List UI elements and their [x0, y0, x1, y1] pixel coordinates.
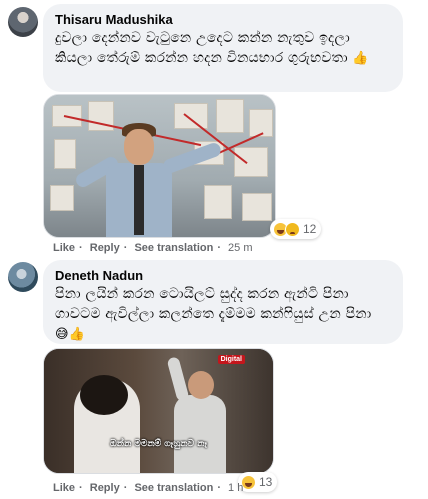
wall-paper	[216, 99, 244, 133]
comment-timestamp[interactable]: 25 m	[228, 242, 252, 254]
sweat-smile-thumbs-up-emoji: 😅👍	[55, 327, 86, 342]
comment-text: පිනා ලයින් කරන ටොයිලට් සුද්ද කරන ඇන්ටි ප…	[55, 284, 391, 345]
man-tie	[134, 165, 144, 235]
sad-icon	[285, 221, 300, 237]
like-link[interactable]: Like	[53, 482, 75, 494]
man-head	[188, 371, 214, 399]
see-translation-link[interactable]: See translation	[134, 482, 213, 494]
image-caption: ඔන්න මමනම් ගෑහුනව නෑ	[109, 439, 208, 449]
comment-text: දුවලා දෙන්නව වැටුනෙ උදෙට කන්න නැතුව ඉදලා…	[55, 28, 391, 69]
channel-logo: Digital	[217, 355, 245, 364]
comment-actions: Like · Reply · See translation · 25 m	[53, 242, 253, 254]
thumbs-up-emoji: 👍	[352, 51, 369, 66]
reaction-count: 12	[303, 222, 317, 236]
wall-paper	[204, 185, 232, 219]
woman-hair	[80, 375, 128, 415]
man-figure	[174, 395, 226, 473]
reply-link[interactable]: Reply	[90, 482, 120, 494]
reaction-count: 13	[259, 475, 273, 489]
comment-image[interactable]: Digital ඔන්න මමනම් ගෑහුනව නෑ	[43, 348, 274, 474]
reaction-summary[interactable]: 12	[270, 219, 322, 239]
wall-paper	[242, 193, 272, 221]
comment-body: පිනා ලයින් කරන ටොයිලට් සුද්ද කරන ඇන්ටි ප…	[55, 286, 372, 322]
comment-author-name[interactable]: Deneth Nadun	[55, 267, 391, 284]
comment-bubble: Deneth Nadun පිනා ලයින් කරන ටොයිලට් සුද්…	[43, 260, 403, 344]
comment-timestamp[interactable]: 1 h	[228, 482, 243, 494]
wall-paper	[54, 139, 76, 169]
comment-actions: Like · Reply · See translation · 1 h	[53, 482, 244, 494]
wall-paper	[50, 185, 74, 211]
commenter-avatar[interactable]	[8, 262, 38, 292]
see-translation-link[interactable]: See translation	[134, 242, 213, 254]
like-link[interactable]: Like	[53, 242, 75, 254]
comment-bubble: Thisaru Madushika දුවලා දෙන්නව වැටුනෙ උද…	[43, 4, 403, 92]
commenter-avatar[interactable]	[8, 7, 38, 37]
man-head	[124, 129, 154, 165]
comment-body: දුවලා දෙන්නව වැටුනෙ උදෙට කන්න නැතුව ඉදලා…	[55, 30, 350, 66]
reply-link[interactable]: Reply	[90, 242, 120, 254]
comment-image[interactable]	[43, 94, 276, 238]
wall-paper	[174, 103, 208, 129]
wall-paper	[234, 147, 268, 177]
comment-author-name[interactable]: Thisaru Madushika	[55, 11, 391, 28]
